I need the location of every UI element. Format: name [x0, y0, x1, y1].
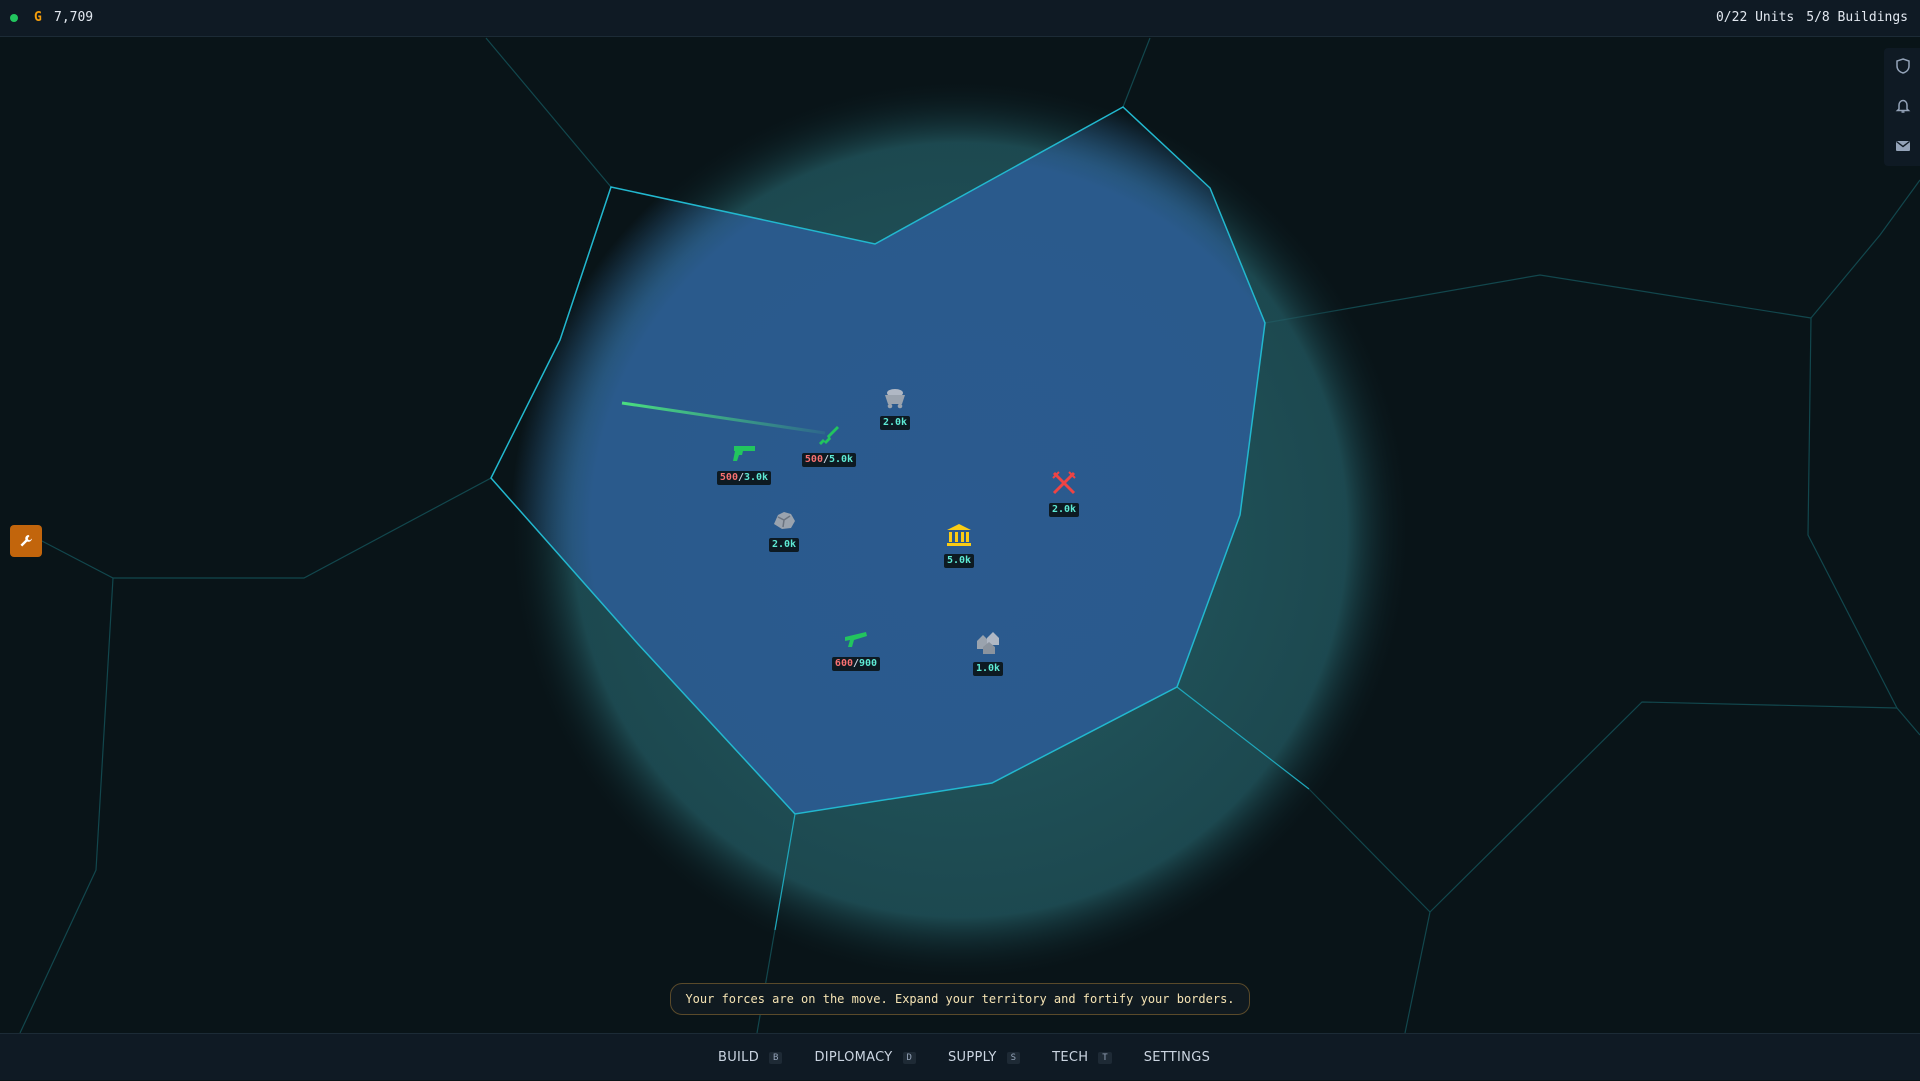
rifle-icon [819, 426, 839, 445]
wrench-button[interactable] [10, 525, 42, 557]
map-marker-bank[interactable]: 5.0k [914, 522, 1004, 568]
marker-label: 2.0k [768, 538, 800, 552]
bottom-bar: BUILD B DIPLOMACY D SUPPLY S TECH T SETT… [0, 1033, 1920, 1080]
capacity-stats: 0/22 Units 5/8 Buildings [1716, 10, 1908, 26]
marker-label: 500/3.0k [716, 471, 772, 485]
nav-diplomacy[interactable]: DIPLOMACY D [814, 1050, 916, 1065]
map-marker-battle[interactable]: 2.0k [1019, 469, 1109, 517]
gold-amount: 7,709 [54, 10, 94, 25]
marker-label: 2.0k [879, 416, 911, 430]
nav-label: BUILD [718, 1050, 760, 1065]
marker-label: 1.0k [972, 662, 1004, 676]
bell-icon[interactable] [1894, 97, 1912, 115]
nav-supply[interactable]: SUPPLY S [947, 1050, 1021, 1065]
hotkey-badge: T [1098, 1051, 1112, 1064]
marker-label: 2.0k [1048, 503, 1080, 517]
hotkey-badge: S [1006, 1051, 1021, 1064]
buildings-count: 5/8 Buildings [1806, 10, 1908, 25]
nav-label: SUPPLY [947, 1050, 997, 1065]
side-panel [1884, 48, 1920, 166]
wrench-icon [20, 535, 32, 547]
connection-status-dot [10, 14, 18, 22]
units-count: 0/22 Units [1715, 10, 1795, 25]
artillery-icon [845, 632, 867, 647]
map-marker-pistol-unit[interactable]: 500/3.0k [699, 441, 789, 485]
mine-cart-icon [885, 389, 905, 409]
crossed-swords-icon [1052, 471, 1076, 495]
marker-label: 600/900 [831, 657, 881, 671]
map-marker-rifle-unit[interactable]: 500/5.0k [784, 421, 874, 467]
pistol-icon [733, 446, 755, 461]
gold-icon: G [34, 10, 42, 25]
mail-icon[interactable] [1894, 137, 1912, 155]
nav-label: DIPLOMACY [814, 1050, 893, 1065]
nav-tech[interactable]: TECH T [1052, 1050, 1112, 1065]
nav-label: SETTINGS [1143, 1050, 1211, 1065]
map-marker-ore[interactable]: 2.0k [739, 508, 829, 552]
nav-settings[interactable]: SETTINGS [1144, 1050, 1210, 1065]
houses-icon [977, 632, 999, 654]
ore-icon [774, 512, 795, 529]
hotkey-badge: D [902, 1051, 916, 1064]
map-marker-houses[interactable]: 1.0k [943, 630, 1033, 676]
shield-icon[interactable] [1894, 57, 1912, 75]
top-bar: G 7,709 0/22 Units 5/8 Buildings [0, 0, 1920, 37]
hotkey-badge: B [769, 1051, 783, 1064]
main-nav: BUILD B DIPLOMACY D SUPPLY S TECH T SETT… [718, 1034, 1242, 1081]
bank-icon [947, 524, 971, 546]
nav-label: TECH [1052, 1050, 1089, 1065]
marker-label: 5.0k [943, 554, 975, 568]
marker-label: 500/5.0k [801, 453, 857, 467]
map-marker-artillery-unit[interactable]: 600/900 [811, 629, 901, 671]
nav-build[interactable]: BUILD B [718, 1050, 783, 1065]
event-message: Your forces are on the move. Expand your… [670, 983, 1250, 1015]
